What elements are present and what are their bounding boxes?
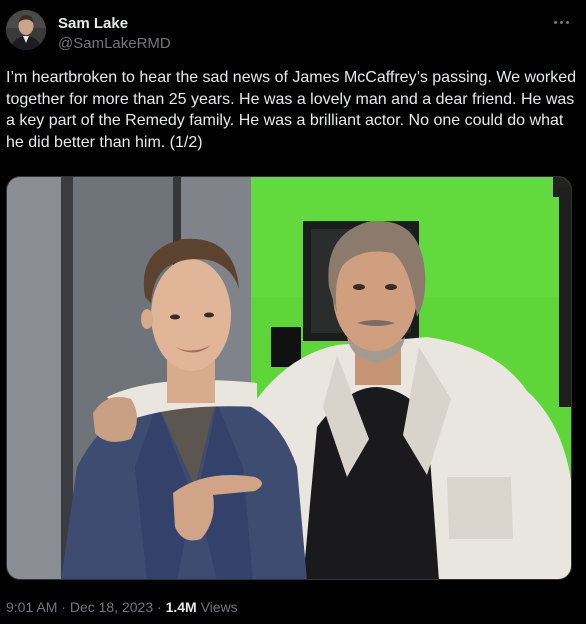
tweet-meta: 9:01 AM · Dec 18, 2023 · 1.4M Views — [6, 598, 238, 616]
user-handle[interactable]: @SamLakeRMD — [58, 34, 171, 54]
tweet-photo[interactable] — [6, 176, 572, 580]
more-horizontal-icon-dot — [565, 20, 569, 24]
views-count: 1.4M — [165, 599, 197, 615]
photo-image — [7, 177, 571, 579]
avatar[interactable] — [6, 10, 46, 50]
tweet-card: Sam Lake @SamLakeRMD I’m heartbroken to … — [0, 0, 586, 624]
meta-separator: · — [153, 599, 166, 615]
more-horizontal-icon — [553, 20, 557, 24]
author-info: Sam Lake @SamLakeRMD — [58, 15, 171, 54]
more-horizontal-icon-dot — [559, 20, 563, 24]
views-label: Views — [196, 599, 238, 615]
tweet-text: I’m heartbroken to hear the sad news of … — [6, 69, 577, 151]
avatar-photo — [6, 10, 46, 50]
display-name[interactable]: Sam Lake — [58, 15, 171, 33]
tweet-date[interactable]: Dec 18, 2023 — [70, 599, 153, 615]
tweet-time[interactable]: 9:01 AM — [6, 599, 57, 615]
tweet-header: Sam Lake @SamLakeRMD — [4, 10, 576, 56]
more-options-button[interactable] — [548, 12, 574, 32]
meta-separator: · — [57, 599, 70, 615]
